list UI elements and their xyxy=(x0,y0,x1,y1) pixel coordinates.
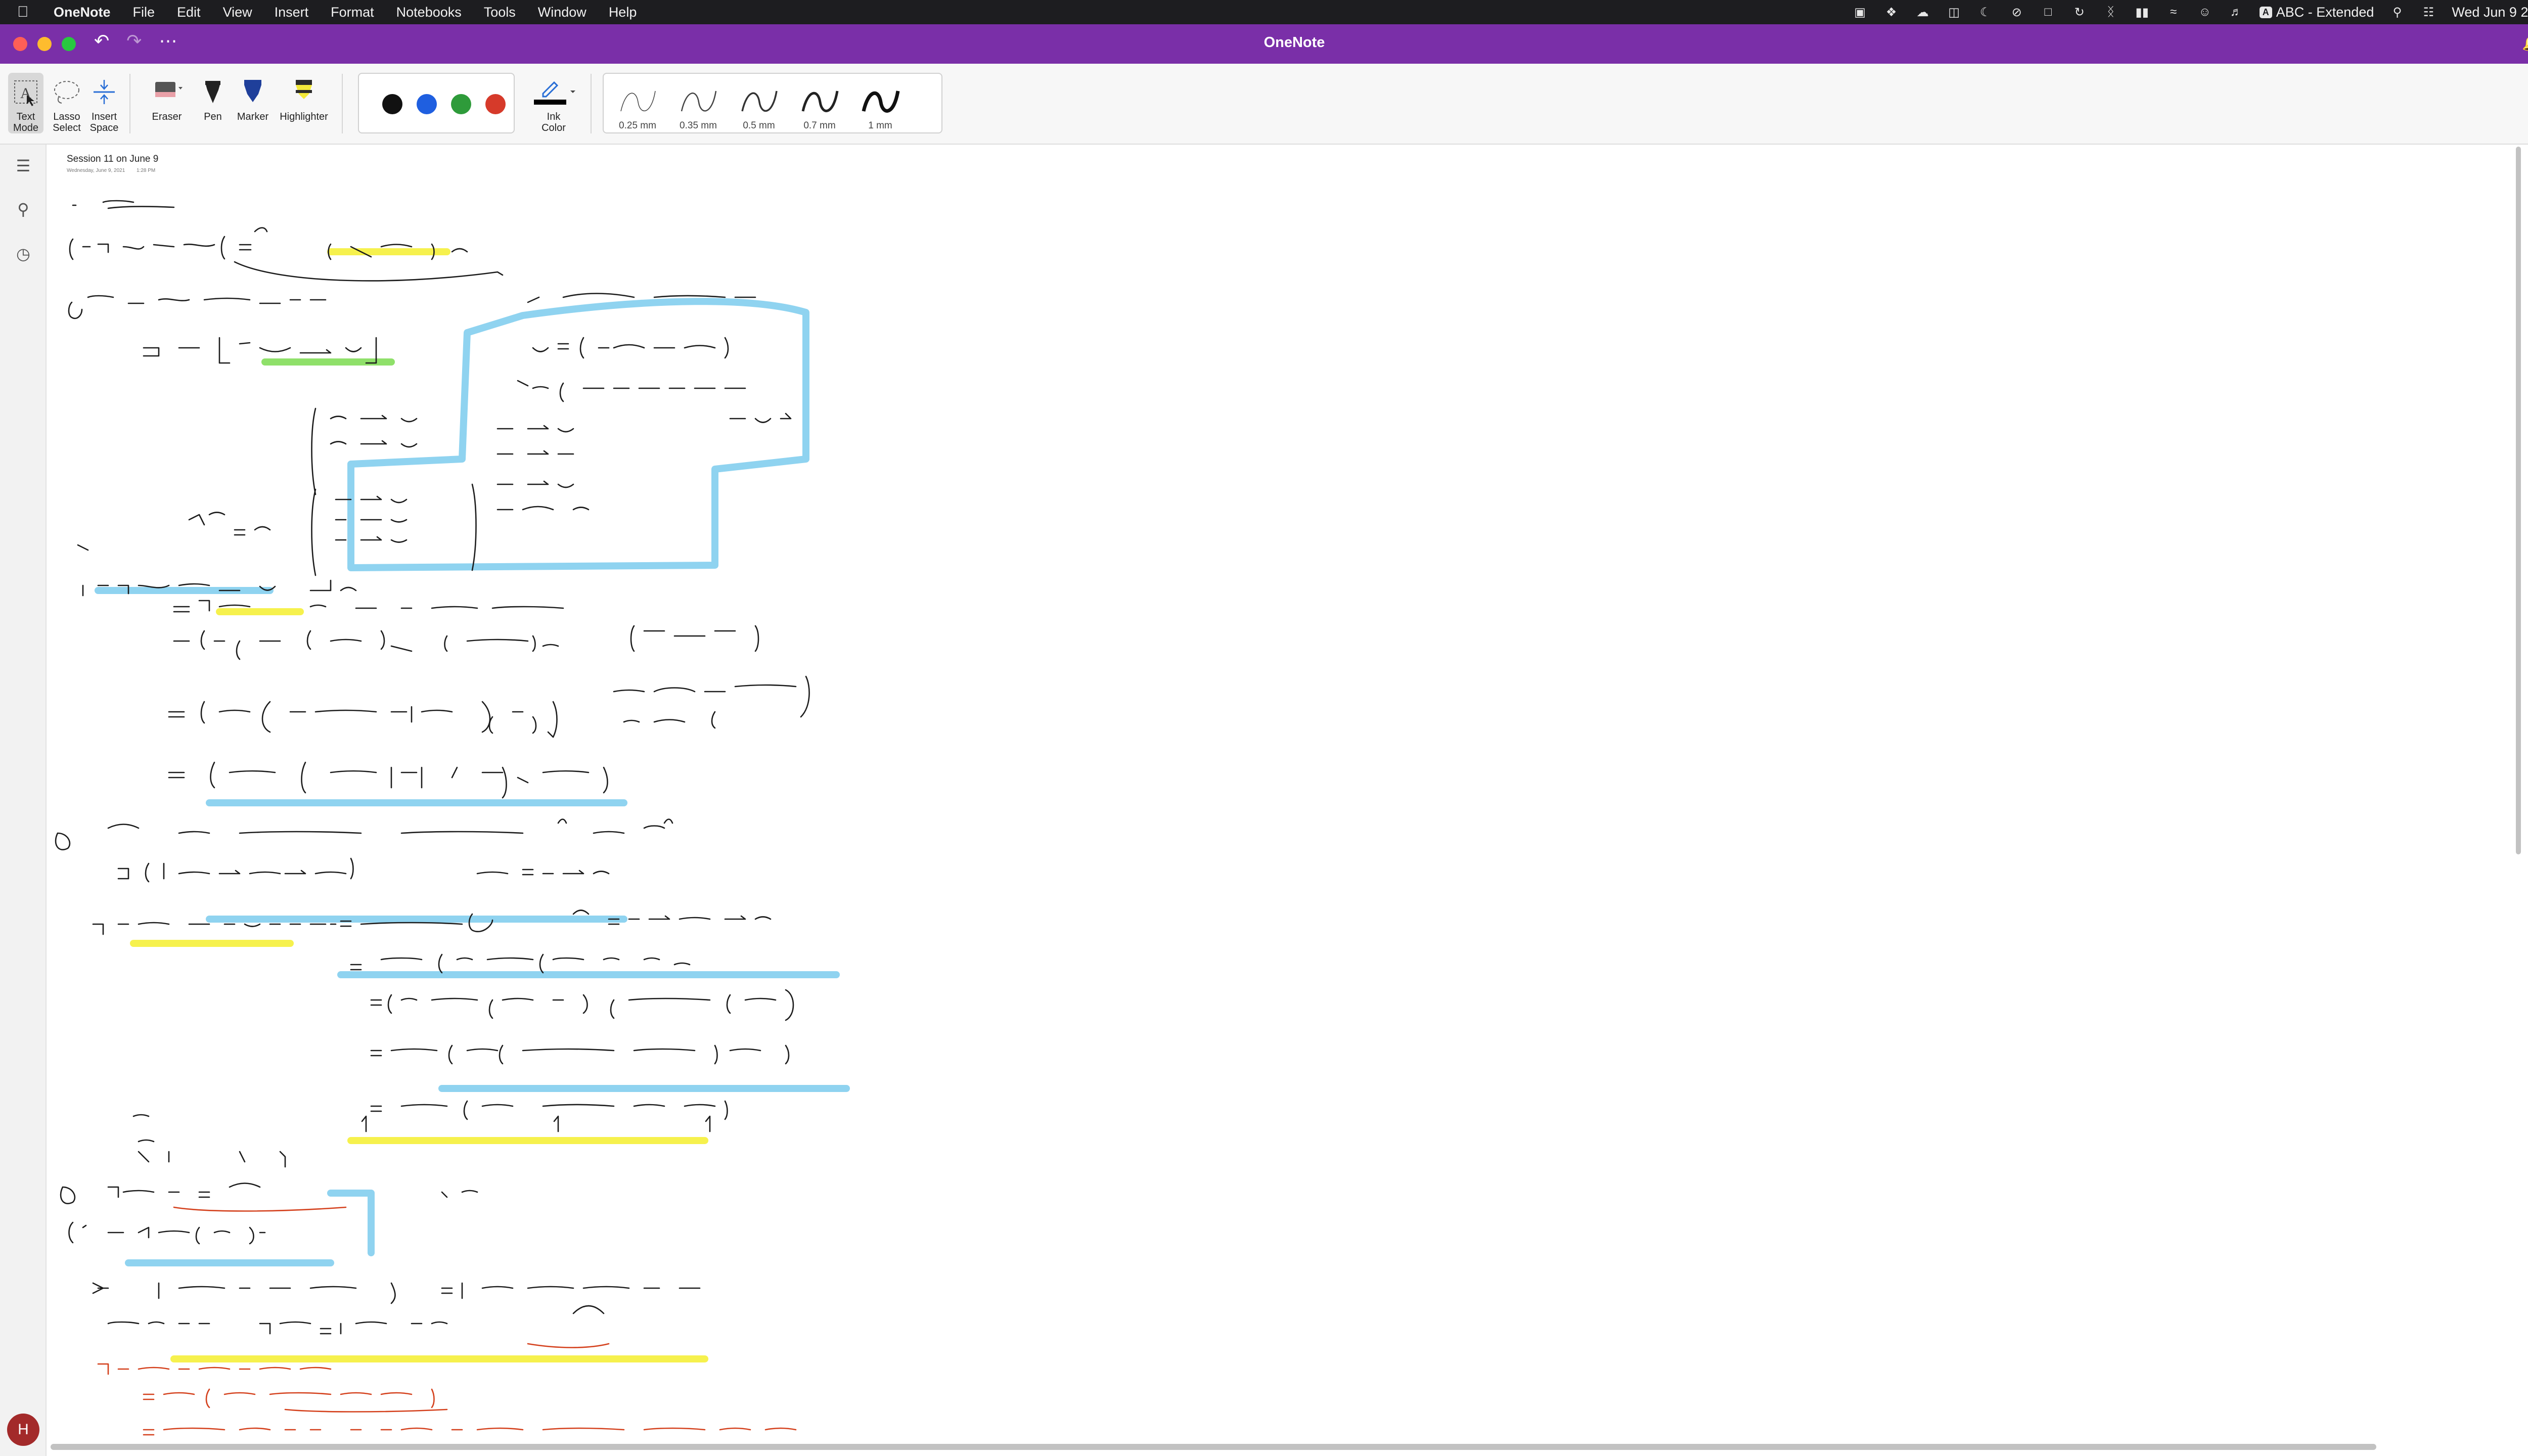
marker-icon xyxy=(232,73,274,111)
pen-button[interactable]: Pen xyxy=(196,73,230,122)
black-ink-strokes xyxy=(55,200,810,1335)
color-green-swatch[interactable] xyxy=(451,94,471,114)
pen-icon xyxy=(196,73,230,111)
text-mode-label: Text Mode xyxy=(13,111,39,133)
thickness-label: 0.35 mm xyxy=(680,120,717,131)
camera-icon[interactable]: ▣ xyxy=(1852,6,1868,19)
apple-menu-icon[interactable]:  xyxy=(17,4,39,21)
wifi-icon[interactable]: ≈ xyxy=(2165,5,2182,19)
menu-app-name[interactable]: OneNote xyxy=(54,5,111,20)
menu-file[interactable]: File xyxy=(133,5,155,20)
stroke-sample-icon xyxy=(681,90,717,112)
toolbar-divider xyxy=(342,74,343,133)
screen-mirror-icon[interactable]: ◫ xyxy=(1946,6,1962,19)
cyan-highlights xyxy=(95,298,850,1266)
toolbar-divider xyxy=(129,74,130,133)
notebooks-icon[interactable]: ☰ xyxy=(12,155,34,177)
menu-insert[interactable]: Insert xyxy=(275,5,309,20)
color-blue-swatch[interactable] xyxy=(417,94,437,114)
menu-bar:  OneNote File Edit View Insert Format N… xyxy=(0,0,2528,24)
lasso-select-button[interactable]: Lasso Select xyxy=(49,73,85,133)
stroke-sample-icon xyxy=(620,90,656,112)
ink-color-palette xyxy=(358,73,515,133)
stroke-sample-icon xyxy=(862,90,900,113)
bluetooth-icon[interactable]: ᛝ xyxy=(2103,5,2119,19)
marker-label: Marker xyxy=(237,111,269,122)
notifications-bell-icon[interactable]: 🔔 xyxy=(2522,34,2528,52)
menu-window[interactable]: Window xyxy=(538,5,586,20)
insert-space-icon xyxy=(87,73,121,111)
thickness-1mm-option[interactable]: 1 mm xyxy=(852,84,908,131)
vertical-scrollbar[interactable] xyxy=(2514,147,2523,1438)
window-title: OneNote xyxy=(1263,34,1325,51)
clock[interactable]: Wed Jun 9 2:25 PM xyxy=(2452,5,2528,20)
text-cursor-icon: A xyxy=(8,73,43,111)
thickness-label: 0.5 mm xyxy=(743,120,775,131)
user-icon[interactable]: ☺ xyxy=(2197,5,2213,19)
eraser-label: Eraser xyxy=(152,111,182,122)
insert-space-button[interactable]: Insert Space xyxy=(87,73,121,133)
do-not-disturb-icon[interactable]: ⊘ xyxy=(2009,6,2025,19)
thickness-label: 0.7 mm xyxy=(803,120,836,131)
ink-color-label: Ink Color xyxy=(541,111,566,133)
handwritten-ink-layer[interactable] xyxy=(48,146,2528,1443)
dropbox-icon[interactable]: ❖ xyxy=(1883,6,1900,19)
ink-color-icon xyxy=(526,73,581,111)
highlighter-icon xyxy=(276,73,332,111)
vertical-scroll-thumb[interactable] xyxy=(2516,147,2521,854)
window-icon[interactable]: □ xyxy=(2040,5,2056,19)
text-mode-button[interactable]: A Text Mode xyxy=(8,73,43,133)
eraser-icon xyxy=(143,73,191,111)
stroke-sample-icon xyxy=(741,90,778,112)
menu-help[interactable]: Help xyxy=(609,5,637,20)
menu-format[interactable]: Format xyxy=(331,5,374,20)
pen-label: Pen xyxy=(204,111,222,122)
marker-button[interactable]: Marker xyxy=(232,73,274,122)
avatar[interactable]: H xyxy=(7,1414,39,1446)
search-icon[interactable]: ⚲ xyxy=(2389,6,2405,19)
highlighter-label: Highlighter xyxy=(280,111,328,122)
volume-icon[interactable]: ♬ xyxy=(2228,5,2244,19)
recent-clock-icon[interactable]: ◷ xyxy=(12,243,34,265)
thickness-0-7mm-option[interactable]: 0.7 mm xyxy=(792,84,847,131)
lasso-icon xyxy=(49,73,85,111)
eraser-button[interactable]: Eraser xyxy=(143,73,191,122)
menu-edit[interactable]: Edit xyxy=(177,5,201,20)
menu-notebooks[interactable]: Notebooks xyxy=(396,5,462,20)
draw-toolbar: A Text Mode Lasso Select Insert Space Er… xyxy=(0,64,2528,145)
note-page-canvas[interactable]: Session 11 on June 9 Wednesday, June 9, … xyxy=(48,146,2528,1443)
highlighter-button[interactable]: Highlighter xyxy=(276,73,332,122)
toolbar-divider xyxy=(591,74,592,133)
menu-view[interactable]: View xyxy=(223,5,252,20)
thickness-0-35mm-option[interactable]: 0.35 mm xyxy=(670,84,726,131)
color-red-swatch[interactable] xyxy=(485,94,506,114)
lasso-select-label: Lasso Select xyxy=(53,111,81,133)
cloud-icon[interactable]: ☁ xyxy=(1915,6,1931,19)
red-ink-strokes xyxy=(97,1206,797,1436)
ink-color-button[interactable]: Ink Color xyxy=(526,73,581,133)
thickness-0-5mm-option[interactable]: 0.5 mm xyxy=(731,84,787,131)
control-center-icon[interactable]: ☷ xyxy=(2420,6,2436,19)
navigation-rail: ☰ ⚲ ◷ H xyxy=(0,145,47,1456)
color-black-swatch[interactable] xyxy=(382,94,402,114)
thickness-label: 0.25 mm xyxy=(619,120,656,131)
battery-icon[interactable]: ▮▮ xyxy=(2134,6,2150,19)
window-title-bar: ↶ ↷ ⋯ OneNote 🔔 ☺ xyxy=(0,24,2528,64)
thickness-label: 1 mm xyxy=(868,120,892,131)
horizontal-scroll-thumb[interactable] xyxy=(51,1444,2376,1450)
menu-tools[interactable]: Tools xyxy=(484,5,516,20)
input-source-icon: A xyxy=(2259,6,2272,18)
insert-space-label: Insert Space xyxy=(89,111,119,133)
time-machine-icon[interactable]: ↻ xyxy=(2071,6,2088,19)
moon-icon[interactable]: ☾ xyxy=(1977,6,1994,19)
thickness-palette: 0.25 mm 0.35 mm 0.5 mm 0.7 mm 1 mm xyxy=(603,73,942,133)
search-icon[interactable]: ⚲ xyxy=(12,198,34,220)
input-source-label: ABC - Extended xyxy=(2276,4,2374,20)
input-source[interactable]: A ABC - Extended xyxy=(2259,4,2374,20)
thickness-0-25mm-option[interactable]: 0.25 mm xyxy=(610,84,665,131)
horizontal-scrollbar[interactable] xyxy=(51,1442,2528,1452)
stroke-sample-icon xyxy=(801,90,839,112)
